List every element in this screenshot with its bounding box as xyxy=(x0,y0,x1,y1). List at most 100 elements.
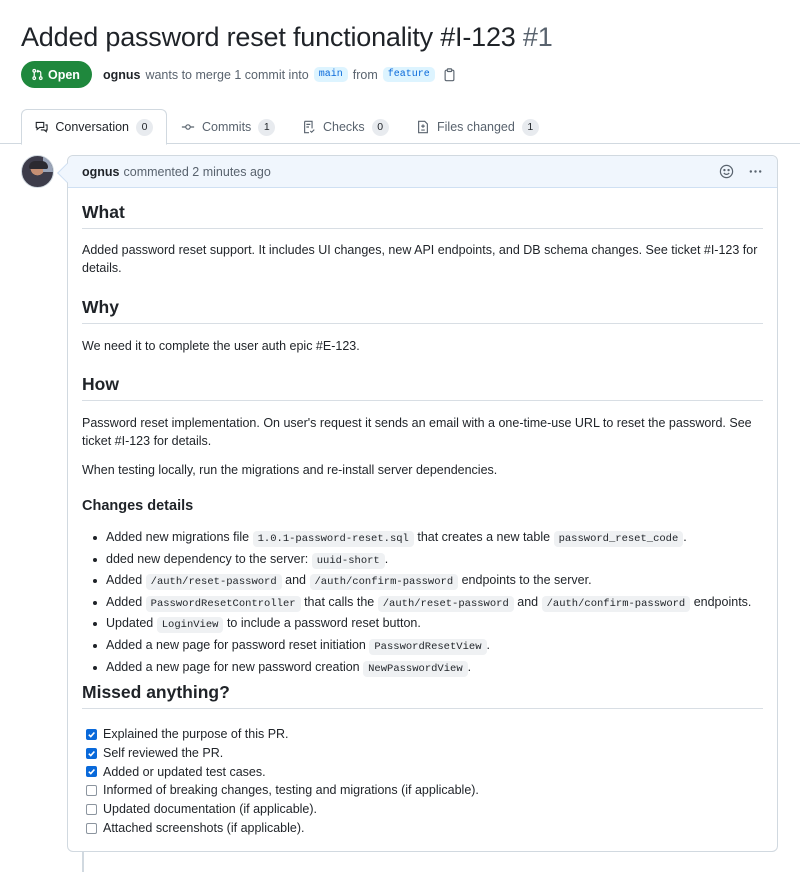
tab-conversation[interactable]: Conversation 0 xyxy=(21,109,167,145)
list-text: . xyxy=(486,637,490,652)
merge-description: ognus wants to merge 1 commit into main … xyxy=(103,67,456,82)
task-item: Explained the purpose of this PR. xyxy=(82,725,763,744)
pr-title-text: Added password reset functionality #I-12… xyxy=(21,22,516,52)
pr-number: #1 xyxy=(522,22,553,52)
task-checkbox[interactable] xyxy=(86,747,97,759)
list-item: Added a new page for new password creati… xyxy=(82,658,763,680)
task-checkbox[interactable] xyxy=(86,804,97,816)
why-text: We need it to complete the user auth epi… xyxy=(82,339,360,353)
inline-code: NewPasswordView xyxy=(363,660,468,677)
inline-code: uuid-short xyxy=(311,552,385,569)
list-text: to include a password reset button. xyxy=(226,616,421,631)
task-label: Self reviewed the PR. xyxy=(103,745,224,760)
task-item: Self reviewed the PR. xyxy=(82,744,763,763)
pr-title: Added password reset functionality #I-12… xyxy=(21,22,553,53)
changes-list: Added new migrations file 1.0.1-password… xyxy=(82,528,763,679)
pr-author-link[interactable]: ognus xyxy=(103,68,141,82)
status-label: Open xyxy=(48,67,80,82)
list-item: Added new migrations file 1.0.1-password… xyxy=(82,528,763,550)
heading-changes-details: Changes details xyxy=(82,498,194,514)
comment-author[interactable]: ognus xyxy=(82,165,120,179)
tab-counter: 0 xyxy=(371,118,389,136)
pr-description-comment: ognus commented 2 minutes ago What Added… xyxy=(57,155,778,852)
task-item: Informed of breaking changes, testing an… xyxy=(82,781,763,800)
comment-time[interactable]: 2 minutes ago xyxy=(192,165,271,179)
avatar-hair xyxy=(29,161,48,169)
smiley-icon[interactable] xyxy=(719,164,734,179)
list-text: that creates a new table xyxy=(417,530,551,544)
task-checkbox[interactable] xyxy=(86,728,97,740)
inline-code: password_reset_code xyxy=(553,531,684,547)
avatar[interactable] xyxy=(21,155,54,188)
pr-tabs: Conversation 0 Commits 1 Checks 0 Files … xyxy=(0,109,800,145)
list-item: Added /auth/reset-password and /auth/con… xyxy=(82,571,763,593)
list-item: Updated LoginView to include a password … xyxy=(82,614,763,636)
task-list: Explained the purpose of this PR. Self r… xyxy=(82,725,763,838)
task-label: Updated documentation (if applicable). xyxy=(103,802,318,817)
inline-code: /auth/reset-password xyxy=(377,595,514,612)
heading-why: Why xyxy=(82,297,763,324)
pr-meta: Open ognus wants to merge 1 commit into … xyxy=(21,61,456,88)
heading-how: How xyxy=(82,374,763,401)
inline-code: /auth/confirm-password xyxy=(309,574,459,591)
heading-what: What xyxy=(82,202,763,229)
timeline-line xyxy=(82,851,84,872)
check-icon xyxy=(88,769,95,776)
list-text: Updated xyxy=(106,616,154,631)
status-badge: Open xyxy=(21,61,92,88)
from-text: from xyxy=(352,67,378,82)
inline-code: 1.0.1-password-reset.sql xyxy=(252,531,414,547)
task-label: Attached screenshots (if applicable). xyxy=(103,820,305,835)
inline-code: /auth/confirm-password xyxy=(541,595,691,612)
list-text: Added a new page for new password creati… xyxy=(106,659,360,674)
how-text-1: Password reset implementation. On user's… xyxy=(82,416,752,448)
list-text: dded new dependency to the server: xyxy=(106,551,309,566)
kebab-horizontal-icon[interactable] xyxy=(748,164,763,179)
list-item: Added PasswordResetController that calls… xyxy=(82,593,763,615)
list-text: that calls the xyxy=(304,594,375,609)
task-item: Added or updated test cases. xyxy=(82,763,763,782)
tab-label: Files changed xyxy=(437,120,515,134)
task-item: Updated documentation (if applicable). xyxy=(82,800,763,819)
task-checkbox[interactable] xyxy=(86,785,97,797)
tab-counter: 1 xyxy=(521,118,539,136)
tab-label: Commits xyxy=(202,120,252,134)
merge-text: wants to merge 1 commit into xyxy=(145,67,309,82)
list-text: endpoints. xyxy=(693,594,752,609)
task-checkbox[interactable] xyxy=(86,766,97,778)
file-diff-icon xyxy=(418,120,428,134)
comment-header: ognus commented 2 minutes ago xyxy=(57,156,777,188)
tab-commits[interactable]: Commits 1 xyxy=(168,109,288,145)
task-label: Informed of breaking changes, testing an… xyxy=(103,783,479,798)
inline-code: PasswordResetController xyxy=(145,595,301,612)
comment-caret xyxy=(57,163,77,183)
list-text: Added a new page for password reset init… xyxy=(106,637,366,652)
head-branch[interactable]: feature xyxy=(382,67,435,82)
list-text: endpoints to the server. xyxy=(461,573,592,588)
git-commit-icon xyxy=(181,124,195,130)
tab-files-changed[interactable]: Files changed 1 xyxy=(403,109,552,145)
task-checkbox[interactable] xyxy=(86,822,97,834)
tab-counter: 0 xyxy=(136,118,153,136)
list-text: Added xyxy=(106,573,143,588)
base-branch[interactable]: main xyxy=(313,67,348,82)
list-text: Added xyxy=(106,594,143,609)
comment-action: commented xyxy=(123,164,189,179)
task-label: Explained the purpose of this PR. xyxy=(103,727,289,741)
how-text-2: When testing locally, run the migrations… xyxy=(82,463,498,477)
list-text: . xyxy=(683,530,687,544)
check-icon xyxy=(88,750,95,757)
task-label: Added or updated test cases. xyxy=(103,764,266,779)
inline-code: LoginView xyxy=(156,617,224,634)
what-text: Added password reset support. It include… xyxy=(82,243,758,275)
tab-checks[interactable]: Checks 0 xyxy=(289,109,402,145)
copy-icon[interactable] xyxy=(443,67,456,82)
task-item: Attached screenshots (if applicable). xyxy=(82,819,763,838)
tab-label: Checks xyxy=(323,120,365,134)
checklist-icon xyxy=(304,120,315,134)
list-text: Added new migrations file xyxy=(106,530,250,544)
inline-code: /auth/reset-password xyxy=(145,574,282,591)
comment-discussion-icon xyxy=(35,121,48,133)
tab-counter: 1 xyxy=(258,118,276,136)
list-text: and xyxy=(517,594,539,609)
